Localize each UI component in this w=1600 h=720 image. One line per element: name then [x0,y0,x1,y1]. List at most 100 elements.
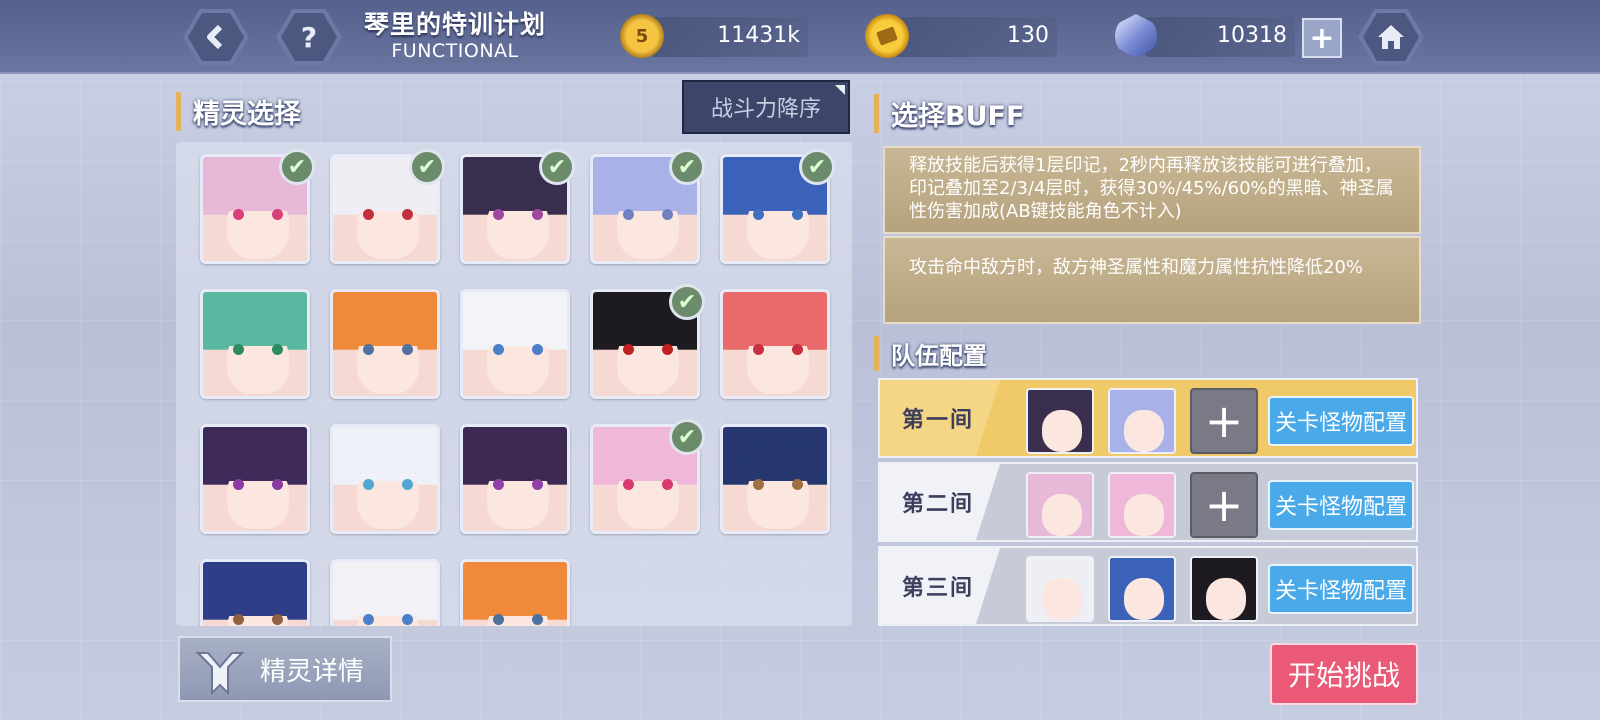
gold-coin-icon: 5 [620,14,664,58]
portrait-hair [347,441,429,481]
spirit-grid-panel[interactable]: ✔ ✔ ✔ ✔ ✔ ✔ ✔ [176,142,852,626]
team-row[interactable]: 第二间 + 关卡怪物配置 [878,462,1418,542]
team-member-avatar[interactable] [1108,472,1176,538]
portrait-art [203,427,307,531]
spirit-detail-button[interactable]: 精灵详情 [178,636,392,702]
portrait-eyes [493,209,543,220]
avatar-face [1124,578,1164,620]
home-button[interactable] [1358,9,1424,65]
team-member-avatar[interactable] [1108,556,1176,622]
spirit-card[interactable] [460,289,570,399]
portrait-hair [347,306,429,346]
start-challenge-button[interactable]: 开始挑战 [1270,643,1418,705]
portrait-eyes [623,479,673,490]
spirit-card[interactable] [720,289,830,399]
portrait-art [333,427,437,531]
help-button[interactable]: ? [276,9,342,65]
token-resource: 130 [895,17,1057,57]
portrait-eyes [753,344,803,355]
avatar-face [1042,494,1082,536]
spirit-card[interactable]: ✔ [200,149,315,264]
home-icon [1363,13,1419,61]
portrait-eyes [363,614,413,625]
spirit-card[interactable]: ✔ [720,149,835,264]
avatar-face [1124,494,1164,536]
team-title: 队伍配置 [874,336,987,371]
team-member-avatar[interactable] [1108,388,1176,454]
stage-monster-config-button[interactable]: 关卡怪物配置 [1268,396,1414,446]
spirit-card[interactable]: ✔ [590,284,705,399]
chevron-left-icon [188,13,244,61]
spirit-card[interactable]: ✔ [330,149,445,264]
team-member-avatar[interactable] [1190,556,1258,622]
gold-resource: 11431k [650,17,808,57]
avatar-face [1042,578,1082,620]
spirit-card[interactable] [200,559,310,626]
team-row[interactable]: 第三间 关卡怪物配置 [878,546,1418,626]
portrait-eyes [493,344,543,355]
check-icon: ✔ [669,149,705,185]
portrait-art [333,292,437,396]
spirit-emblem-icon [190,644,250,696]
portrait-eyes [493,614,543,625]
check-icon: ✔ [539,149,575,185]
page-title: 琴里的特训计划 [363,10,546,39]
spirit-card[interactable] [330,289,440,399]
check-icon: ✔ [409,149,445,185]
add-member-button[interactable]: + [1190,472,1258,538]
spirit-card[interactable]: ✔ [590,149,705,264]
portrait-eyes [233,209,283,220]
avatar-face [1124,410,1164,452]
team-member-avatar[interactable] [1026,556,1094,622]
team-member-avatar[interactable] [1026,388,1094,454]
portrait-hair [217,576,299,616]
token-value: 130 [1007,23,1049,48]
avatar-face [1206,578,1246,620]
spirit-card[interactable] [330,424,440,534]
page-subtitle: FUNCTIONAL [391,40,519,62]
portrait-eyes [233,479,283,490]
portrait-hair [477,576,559,616]
portrait-eyes [623,344,673,355]
team-row-label: 第三间 [902,576,975,601]
buff-option-1[interactable]: 释放技能后获得1层印记，2秒内再释放该技能可进行叠加，印记叠加至2/3/4层时，… [883,146,1421,234]
token-coin-icon [865,14,909,58]
spirit-card[interactable] [200,424,310,534]
portrait-art [203,292,307,396]
spirit-card[interactable] [200,289,310,399]
portrait-art [463,292,567,396]
portrait-eyes [753,209,803,220]
stage-monster-config-button[interactable]: 关卡怪物配置 [1268,480,1414,530]
portrait-hair [217,306,299,346]
portrait-eyes [233,614,283,625]
spirit-card[interactable] [460,424,570,534]
portrait-art [203,562,307,626]
top-bar: ? 琴里的特训计划 FUNCTIONAL 11431k 5 130 10318 … [0,0,1600,74]
portrait-hair [737,306,819,346]
portrait-hair [737,441,819,481]
portrait-eyes [493,479,543,490]
team-row[interactable]: 第一间 + 关卡怪物配置 [878,378,1418,458]
spirit-card[interactable] [330,559,440,626]
portrait-art [723,292,827,396]
team-member-avatar[interactable] [1026,472,1094,538]
spirit-card[interactable]: ✔ [460,149,575,264]
spirit-card[interactable] [460,559,570,626]
check-icon: ✔ [279,149,315,185]
add-crystal-button[interactable]: + [1302,18,1342,58]
add-member-button[interactable]: + [1190,388,1258,454]
spirit-card[interactable] [720,424,830,534]
back-button[interactable] [183,9,249,65]
portrait-art [333,562,437,626]
buff-option-2[interactable]: 攻击命中敌方时，敌方神圣属性和魔力属性抗性降低20% [883,236,1421,324]
stage-monster-config-button[interactable]: 关卡怪物配置 [1268,564,1414,614]
avatar-face [1042,410,1082,452]
sort-dropdown[interactable]: 战斗力降序 [682,80,850,134]
portrait-art [463,562,567,626]
portrait-eyes [623,209,673,220]
spirit-card[interactable]: ✔ [590,419,705,534]
team-row-label: 第一间 [902,408,975,433]
portrait-art [723,427,827,531]
check-icon: ✔ [799,149,835,185]
portrait-eyes [233,344,283,355]
